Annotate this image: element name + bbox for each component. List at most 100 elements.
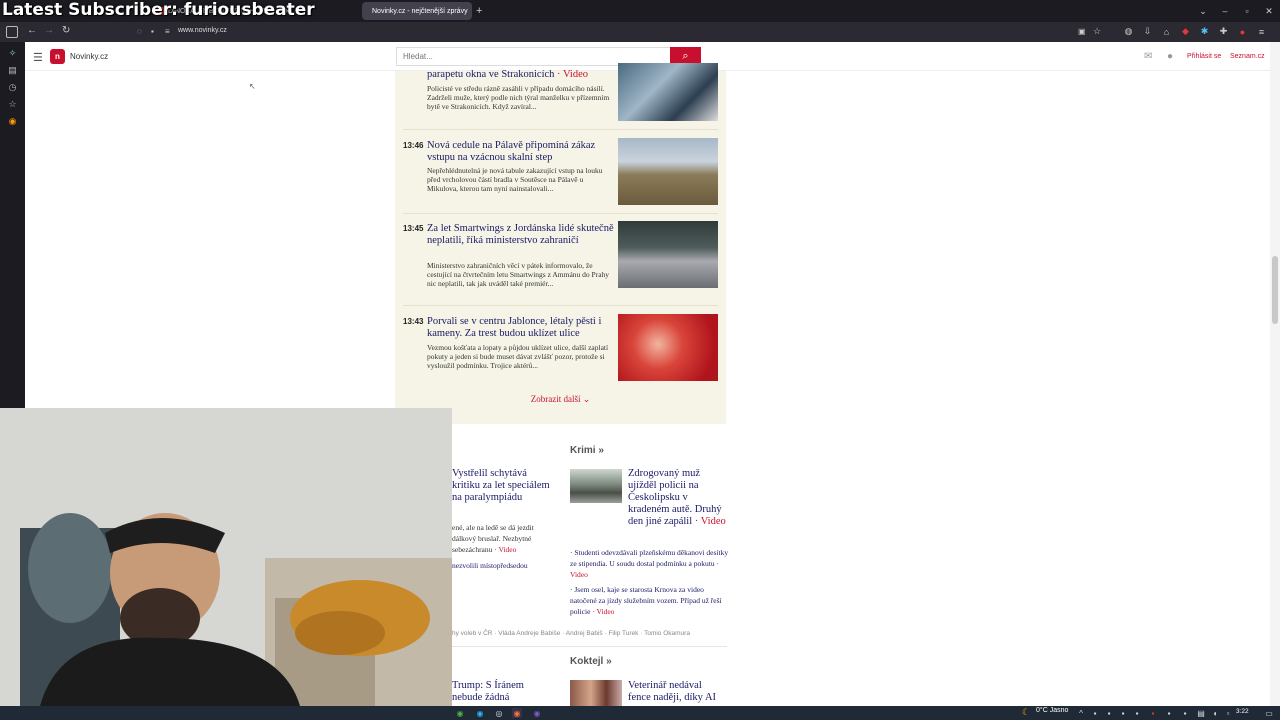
article-title[interactable]: Porvali se v centru Jablonce, létaly pěs…	[427, 316, 617, 340]
divider	[452, 646, 727, 647]
tag-links[interactable]: hy voleb v ČR · Vláda Andreje Babiše · A…	[452, 630, 752, 637]
divider	[403, 129, 718, 130]
notifications-icon[interactable]: ▭	[1264, 708, 1274, 718]
article-title-left-2[interactable]: Trump: S Íránem nebude žádná	[452, 680, 552, 704]
taskbar-app-icon[interactable]: ◉	[455, 708, 465, 718]
tray-icon[interactable]: ▪	[1164, 708, 1174, 718]
toolbar-extensions: ◍ ⇩ ⌂ ◆ ✱ ✚ ● ≡	[1122, 25, 1268, 38]
taskbar-clock[interactable]: 3:22	[1236, 708, 1249, 715]
divider	[403, 213, 718, 214]
downloads-icon[interactable]: ⇩	[1141, 25, 1154, 38]
menu-icon[interactable]: ≡	[1255, 25, 1268, 38]
tab-novinky[interactable]: Novinky.cz - nejčtenější zprávy ✕	[362, 2, 472, 20]
scrollbar-thumb[interactable]	[1272, 256, 1278, 324]
webcam-figure	[0, 408, 452, 706]
url-bar[interactable]: www.novinky.cz	[178, 27, 227, 34]
forward-icon[interactable]: →	[44, 25, 54, 36]
login-link[interactable]: Přihlásit se	[1187, 53, 1221, 60]
shield-icon[interactable]: ◌	[137, 27, 142, 36]
tray-icon[interactable]: ▪	[1090, 708, 1100, 718]
article-image[interactable]	[618, 221, 718, 288]
article-title[interactable]: Za let Smartwings z Jordánska lidé skute…	[427, 223, 617, 247]
extensions-icon[interactable]: ⌂	[1160, 25, 1173, 38]
extension-blue-icon[interactable]: ✱	[1198, 25, 1211, 38]
mail-icon[interactable]: ✉	[1144, 51, 1152, 62]
section-krimi[interactable]: Krimi »	[570, 445, 604, 456]
article-image[interactable]	[618, 138, 718, 205]
account-icon[interactable]: ◍	[1122, 25, 1135, 38]
synced-tabs-icon[interactable]: ▤	[0, 65, 25, 76]
sidebar-toggle-icon[interactable]	[6, 26, 18, 38]
chat-icon[interactable]: ●	[1167, 51, 1173, 62]
article-summary: Ministerstvo zahraničních věcí v pátek i…	[427, 261, 610, 288]
chevron-down-icon: ⌄	[582, 394, 591, 404]
close-window-icon[interactable]: ✕	[1258, 0, 1280, 22]
article-summary: Vezmou košťata a lopaty a půjdou uklízet…	[427, 343, 609, 370]
reader-view-icon[interactable]: ▣	[1078, 27, 1086, 36]
taskbar-app-icon[interactable]: ◎	[494, 708, 504, 718]
tray-icon[interactable]: ▪	[1132, 708, 1142, 718]
network-icon[interactable]: ▤	[1196, 708, 1206, 718]
extension-red-icon[interactable]: ◆	[1179, 25, 1192, 38]
krimi-list-item[interactable]: · Studenti odevzdávali plzeňskému děkano…	[570, 547, 730, 580]
tray-icon[interactable]: ▪	[1104, 708, 1114, 718]
reload-icon[interactable]: ↻	[62, 25, 70, 36]
permissions-icon[interactable]: ≡	[165, 27, 170, 36]
back-icon[interactable]: ←	[27, 25, 37, 36]
record-icon[interactable]: ●	[1236, 25, 1249, 38]
news-feed: parapetu okna ve Strakonicích · Video Po…	[395, 63, 726, 424]
bookmark-star-icon[interactable]: ☆	[1093, 26, 1101, 37]
new-tab-icon[interactable]: +	[476, 2, 490, 20]
weather-text[interactable]: 0°C Jasno	[1036, 707, 1068, 714]
os-taskbar: ◉ ◉ ◎ ◉ ◉ ☾ 0°C Jasno ^ ▪ ▪ ▪ ▪ ▪ ▪ ▪ ▤ …	[0, 706, 1280, 720]
tray-icon[interactable]: ▪	[1180, 708, 1190, 718]
novinky-logo[interactable]: n	[50, 49, 65, 64]
site-name[interactable]: Novinky.cz	[70, 52, 108, 61]
related-link-left[interactable]: nezvolili místopředsedou	[452, 560, 562, 571]
koktejl-article-title[interactable]: Veterinář nedával fence naději, díky AI	[628, 680, 728, 704]
krimi-article-title[interactable]: Zdrogovaný muž ujížděl policii na Českol…	[628, 468, 728, 528]
seznam-link[interactable]: Seznam.cz	[1230, 53, 1265, 60]
bookmarks-icon[interactable]: ☆	[0, 99, 25, 110]
tray-icon[interactable]: ▪	[1118, 708, 1128, 718]
article-summary-left: ené, ale na ledě se dá jezdit dálkový bru…	[452, 523, 534, 554]
article-title[interactable]: Nová cedule na Pálavě připomíná zákaz vs…	[427, 140, 617, 164]
article-image[interactable]	[618, 314, 718, 381]
extension-icon[interactable]: ◉	[0, 116, 25, 127]
firefox-taskbar-icon[interactable]: ◉	[512, 708, 522, 718]
tab-label: Novinky.cz - nejčtenější zprávy	[372, 7, 468, 15]
article-image[interactable]	[618, 63, 718, 121]
article-summary: Nepřehlédnutelná je nová tabule zakazují…	[427, 166, 603, 193]
article-time: 13:46	[403, 141, 424, 150]
mouse-cursor-icon: ↖	[249, 82, 256, 91]
article-time: 13:43	[403, 317, 424, 326]
section-koktejl[interactable]: Koktejl »	[570, 656, 612, 667]
window-controls: ⌄ – ▫ ✕	[1192, 0, 1280, 22]
divider	[403, 305, 718, 306]
dropdown-icon[interactable]: ⌄	[1192, 0, 1214, 22]
weather-icon: ☾	[1022, 707, 1031, 717]
tray-chevron-icon[interactable]: ^	[1076, 708, 1086, 718]
krimi-article-image[interactable]	[570, 469, 622, 503]
volume-icon[interactable]: ◖	[1210, 708, 1220, 718]
minimize-icon[interactable]: –	[1214, 0, 1236, 22]
article-title-left[interactable]: Vystřelil schytává kritiku za let speciá…	[452, 468, 552, 504]
puzzle-icon[interactable]: ✚	[1217, 25, 1230, 38]
taskbar-app-icon[interactable]: ◉	[475, 708, 485, 718]
search-icon: ⌕	[682, 50, 689, 62]
history-icon[interactable]: ◷	[0, 82, 25, 93]
lock-icon[interactable]: ▪	[151, 27, 154, 36]
taskbar-app-icon[interactable]: ◉	[532, 708, 542, 718]
krimi-list-item[interactable]: · Jsem osel, kaje se starosta Krnova za …	[570, 584, 730, 617]
page-scrollbar[interactable]	[1270, 42, 1280, 706]
hamburger-menu-icon[interactable]: ☰	[33, 51, 43, 64]
browser-nav-bar: ← → ↻ ◌ ▪ ≡ www.novinky.cz ▣ ☆ ◍ ⇩ ⌂ ◆ ✱…	[0, 22, 1280, 42]
ai-chat-icon[interactable]: ✧	[0, 48, 25, 59]
koktejl-article-image[interactable]	[570, 680, 622, 706]
article-title[interactable]: parapetu okna ve Strakonicích · Video	[427, 69, 617, 81]
maximize-icon[interactable]: ▫	[1236, 0, 1258, 22]
language-icon[interactable]: ▫	[1223, 708, 1233, 718]
stream-overlay-text: Latest Subscriber: furiousbeater	[2, 0, 315, 20]
show-more-button[interactable]: Zobrazit další ⌄	[395, 394, 726, 405]
tray-icon[interactable]: ▪	[1148, 708, 1158, 718]
